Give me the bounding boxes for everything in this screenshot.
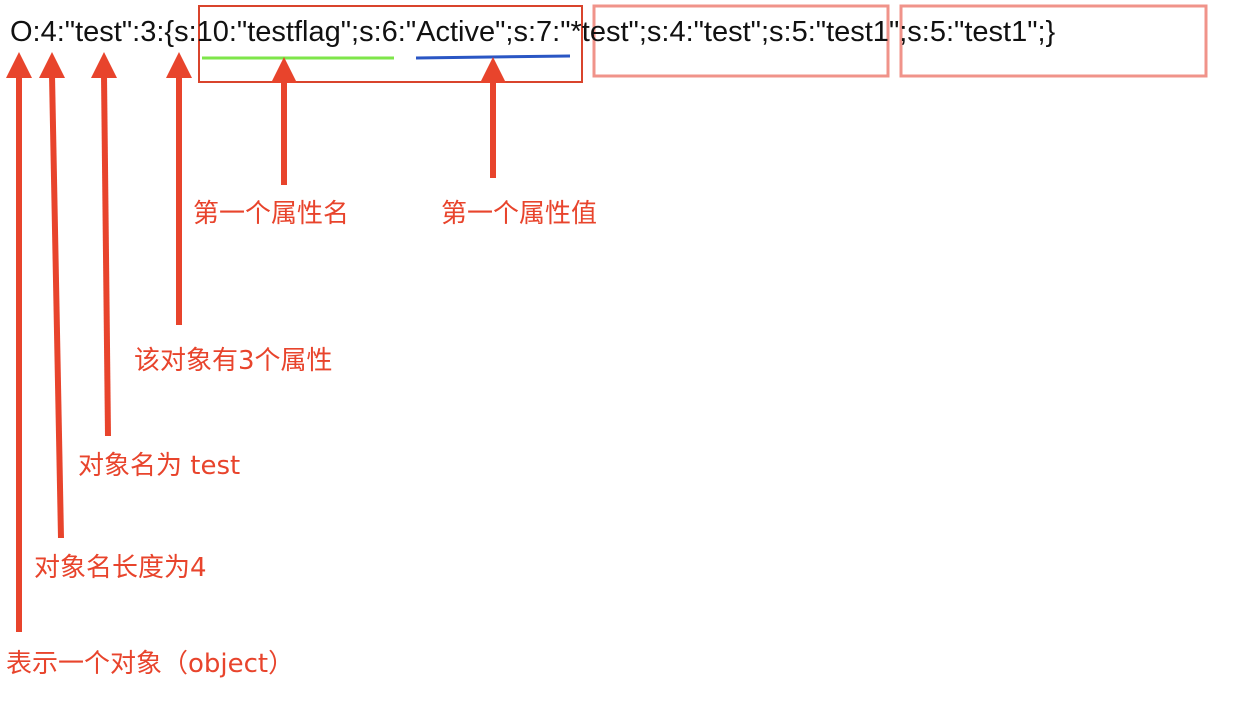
separator: ; xyxy=(351,16,359,48)
serialized-suffix: ;} xyxy=(1038,16,1056,48)
attr2-text: s:7:"*test";s:4:"test" xyxy=(513,16,761,48)
attr3-text: s:5:"test1";s:5:"test1" xyxy=(769,16,1037,48)
label-name-length: 对象名长度为4 xyxy=(34,553,207,583)
arrow-first-attr-value xyxy=(480,57,506,178)
attr1-value-text: s:6:"Active" xyxy=(359,16,505,48)
attr1-name-text: s:10:"testflag" xyxy=(174,16,351,48)
serialization-diagram: O:4:"test":3:{s:10:"testflag";s:6:"Activ… xyxy=(6,4,1208,679)
label-object-name: 对象名为 test xyxy=(78,451,240,481)
label-first-attr-name: 第一个属性名 xyxy=(193,199,349,229)
arrow-first-attr-name xyxy=(271,57,297,185)
serialized-string: O:4:"test":3:{s:10:"testflag";s:6:"Activ… xyxy=(10,16,1056,48)
label-first-attr-value: 第一个属性值 xyxy=(441,199,597,229)
label-prop-count: 该对象有3个属性 xyxy=(134,346,333,376)
label-object-marker: 表示一个对象（object） xyxy=(6,649,294,679)
arrow-prop-count xyxy=(166,52,192,325)
separator: ; xyxy=(761,16,769,48)
separator: ; xyxy=(505,16,513,48)
serialized-prefix: O:4:"test":3:{ xyxy=(10,16,174,48)
arrow-name-length xyxy=(39,52,65,539)
arrow-object-name xyxy=(91,52,117,437)
arrow-object-marker xyxy=(6,52,32,632)
